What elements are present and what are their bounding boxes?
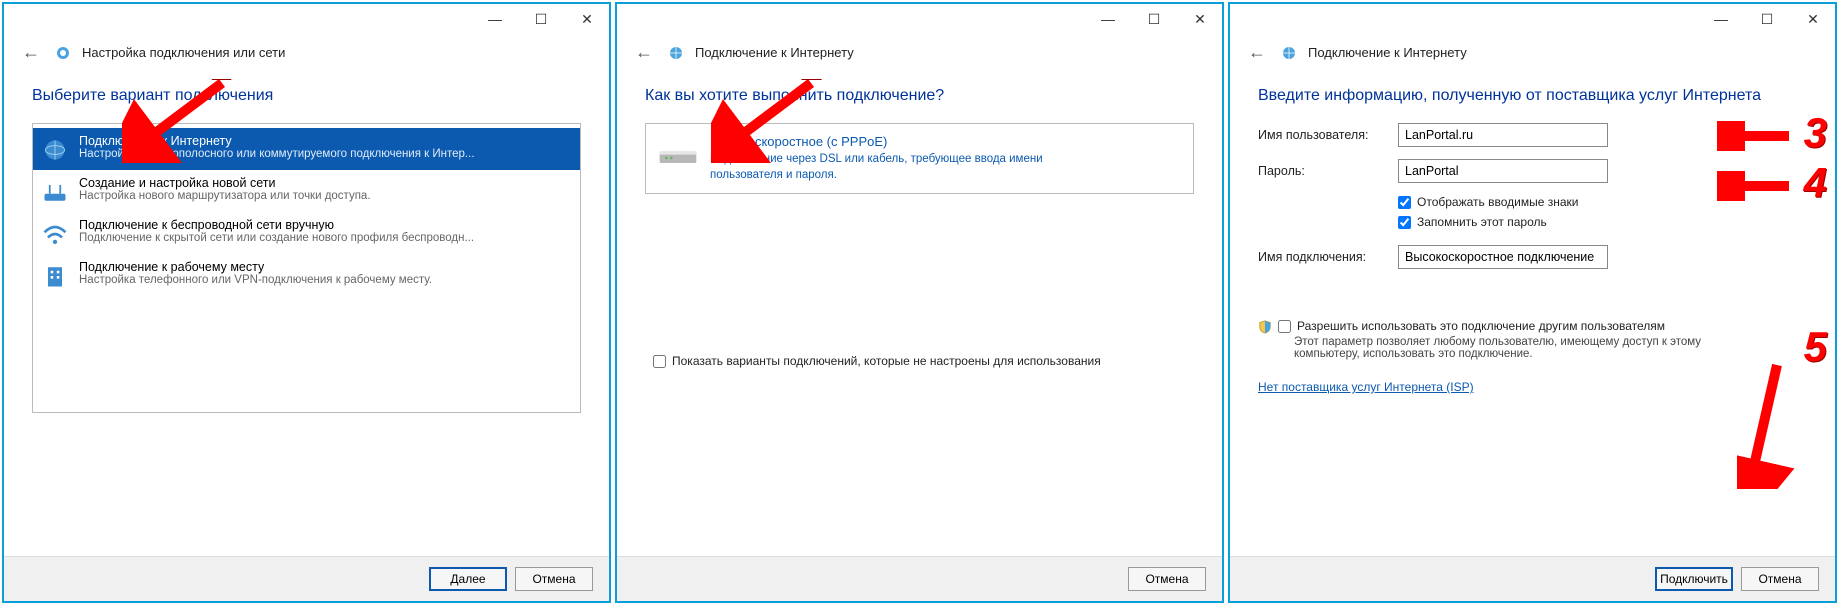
header: ← Настройка подключения или сети <box>4 34 609 79</box>
close-button[interactable]: ✕ <box>573 8 601 30</box>
option-title: Создание и настройка новой сети <box>79 176 572 190</box>
window-title: Подключение к Интернету <box>1308 45 1467 60</box>
allow-others-label: Разрешить использовать это подключение д… <box>1297 319 1665 333</box>
remember-password-checkbox[interactable]: Запомнить этот пароль <box>1398 215 1807 229</box>
page-heading: Выберите вариант подключения <box>32 87 581 105</box>
window-title: Подключение к Интернету <box>695 45 854 60</box>
annotation-arrow-1 <box>122 79 242 163</box>
username-input[interactable] <box>1398 123 1608 147</box>
option-desc: Настройка телефонного или VPN-подключени… <box>79 274 572 286</box>
show-all-checkbox-input[interactable] <box>653 355 666 368</box>
page-heading: Введите информацию, полученную от постав… <box>1258 87 1807 105</box>
footer: Далее Отмена <box>4 556 609 601</box>
cancel-button[interactable]: Отмена <box>1128 567 1206 591</box>
annotation-arrow-2 <box>711 79 831 163</box>
minimize-button[interactable]: — <box>1707 8 1735 30</box>
header: ← Подключение к Интернету <box>1230 34 1835 79</box>
annotation-number-4: 4 <box>1804 159 1827 207</box>
content: 2 Как вы хотите выполнить подключение? В… <box>617 79 1222 556</box>
row-connection-name: Имя подключения: <box>1258 245 1807 269</box>
allow-others-input[interactable] <box>1278 320 1291 333</box>
password-label: Пароль: <box>1258 164 1398 178</box>
network-center-icon <box>54 44 72 62</box>
option-new-network[interactable]: Создание и настройка новой сети Настройк… <box>33 170 580 212</box>
connect-button[interactable]: Подключить <box>1655 567 1733 591</box>
show-all-options-checkbox[interactable]: Показать варианты подключений, которые н… <box>653 354 1194 368</box>
footer: Подключить Отмена <box>1230 556 1835 601</box>
annotation-arrow-4 <box>1717 171 1797 201</box>
no-isp-link[interactable]: Нет поставщика услуг Интернета (ISP) <box>1258 380 1474 394</box>
cancel-button[interactable]: Отмена <box>1741 567 1819 591</box>
window-title: Настройка подключения или сети <box>82 45 285 60</box>
connection-name-label: Имя подключения: <box>1258 250 1398 264</box>
show-characters-input[interactable] <box>1398 196 1411 209</box>
show-characters-label: Отображать вводимые знаки <box>1417 195 1578 209</box>
wifi-icon <box>41 220 69 248</box>
next-button[interactable]: Далее <box>429 567 507 591</box>
titlebar: — ☐ ✕ <box>4 4 609 34</box>
minimize-button[interactable]: — <box>1094 8 1122 30</box>
cancel-button[interactable]: Отмена <box>515 567 593 591</box>
allow-others-block: Разрешить использовать это подключение д… <box>1258 319 1807 360</box>
option-desc: Подключение к скрытой сети или создание … <box>79 232 572 244</box>
remember-password-input[interactable] <box>1398 216 1411 229</box>
window-internet-connection: — ☐ ✕ ← Подключение к Интернету 2 Как вы… <box>615 2 1224 603</box>
maximize-button[interactable]: ☐ <box>1753 8 1781 30</box>
show-all-label: Показать варианты подключений, которые н… <box>672 354 1101 368</box>
allow-others-checkbox[interactable]: Разрешить использовать это подключение д… <box>1278 319 1665 333</box>
connection-options-list: Подключение к Интернету Настройка широко… <box>32 123 581 413</box>
shield-icon <box>1258 320 1272 334</box>
building-icon <box>41 262 69 290</box>
titlebar: — ☐ ✕ <box>1230 4 1835 34</box>
option-title: Подключение к рабочему месту <box>79 260 572 274</box>
option-desc: Настройка нового маршрутизатора или точк… <box>79 190 572 202</box>
back-icon[interactable]: ← <box>1244 40 1270 65</box>
back-icon[interactable]: ← <box>631 40 657 65</box>
maximize-button[interactable]: ☐ <box>527 8 555 30</box>
window-network-setup: — ☐ ✕ ← Настройка подключения или сети 1… <box>2 2 611 603</box>
window-isp-credentials: — ☐ ✕ ← Подключение к Интернету 3 4 5 Вв… <box>1228 2 1837 603</box>
annotation-arrow-5 <box>1737 359 1807 489</box>
content: 3 4 5 Введите информацию, полученную от … <box>1230 79 1835 556</box>
annotation-number-5: 5 <box>1804 323 1827 371</box>
minimize-button[interactable]: — <box>481 8 509 30</box>
globe-icon <box>41 136 69 164</box>
annotation-number-2: 2 <box>801 79 824 89</box>
option-title: Подключение к беспроводной сети вручную <box>79 218 572 232</box>
password-input[interactable] <box>1398 159 1608 183</box>
close-button[interactable]: ✕ <box>1799 8 1827 30</box>
option-wireless-manual[interactable]: Подключение к беспроводной сети вручную … <box>33 212 580 254</box>
remember-password-label: Запомнить этот пароль <box>1417 215 1547 229</box>
back-icon[interactable]: ← <box>18 40 44 65</box>
annotation-number-3: 3 <box>1804 109 1827 157</box>
option-workplace[interactable]: Подключение к рабочему месту Настройка т… <box>33 254 580 296</box>
allow-others-desc: Этот параметр позволяет любому пользоват… <box>1294 336 1714 360</box>
username-label: Имя пользователя: <box>1258 128 1398 142</box>
router-icon <box>41 178 69 206</box>
network-globe-icon <box>667 44 685 62</box>
maximize-button[interactable]: ☐ <box>1140 8 1168 30</box>
option-internet-connection[interactable]: Подключение к Интернету Настройка широко… <box>33 128 580 170</box>
annotation-number-1: 1 <box>210 79 233 89</box>
modem-icon <box>658 138 698 168</box>
annotation-arrow-3 <box>1717 121 1797 151</box>
connection-name-input[interactable] <box>1398 245 1608 269</box>
footer: Отмена <box>617 556 1222 601</box>
close-button[interactable]: ✕ <box>1186 8 1214 30</box>
content: 1 Выберите вариант подключения Подключен… <box>4 79 609 556</box>
header: ← Подключение к Интернету <box>617 34 1222 79</box>
network-globe-icon <box>1280 44 1298 62</box>
titlebar: — ☐ ✕ <box>617 4 1222 34</box>
